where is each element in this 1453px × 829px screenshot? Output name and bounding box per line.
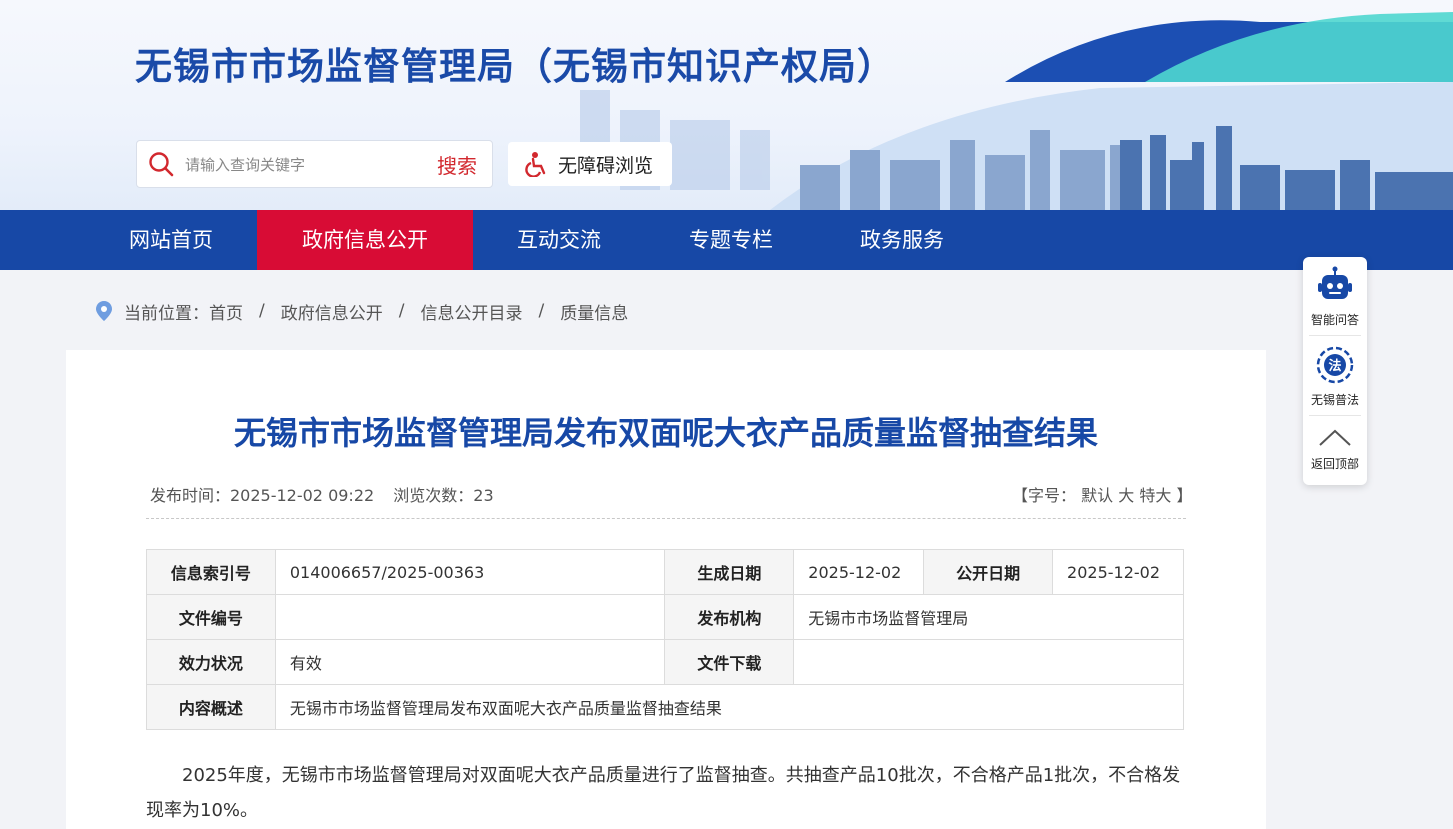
breadcrumb-prefix: 当前位置： xyxy=(124,303,209,324)
main-nav: 网站首页 政府信息公开 互动交流 专题专栏 政务服务 xyxy=(0,210,1453,270)
index-label: 信息索引号 xyxy=(146,549,276,595)
smart-qa-label: 智能问答 xyxy=(1310,313,1359,327)
font-size-xlarge[interactable]: 特大 xyxy=(1139,486,1171,505)
divider xyxy=(1309,415,1361,416)
article-title: 无锡市市场监督管理局发布双面呢大衣产品质量监督抽查结果 xyxy=(233,414,1098,452)
smart-qa-button[interactable]: 智能问答 xyxy=(1303,265,1367,328)
article-meta: 发布时间：2025-12-02 09:22 浏览次数：23 xyxy=(150,482,494,506)
svg-text:法: 法 xyxy=(1328,358,1341,374)
status-label: 效力状况 xyxy=(146,639,276,685)
location-pin-icon xyxy=(96,301,112,321)
table-row: 内容概述 无锡市市场监督管理局发布双面呢大衣产品质量监督抽查结果 xyxy=(146,684,1185,730)
public-value: 2025-12-02 xyxy=(1052,549,1184,595)
breadcrumb: 当前位置： 首页 / 政府信息公开 / 信息公开目录 / 质量信息 xyxy=(94,298,628,324)
issuer-label: 发布机构 xyxy=(664,594,795,640)
divider xyxy=(1309,335,1361,336)
search-input[interactable]: 请输入查询关键字 xyxy=(185,154,422,175)
issuer-value: 无锡市市场监督管理局 xyxy=(793,594,1184,640)
summary-label: 内容概述 xyxy=(146,684,276,730)
docno-label: 文件编号 xyxy=(146,594,276,640)
breadcrumb-home[interactable]: 首页 xyxy=(209,299,243,324)
font-size-default[interactable]: 默认 xyxy=(1081,486,1113,505)
divider xyxy=(146,518,1186,519)
floating-toolbar: 智能问答 法 无锡普法 返回顶部 xyxy=(1303,257,1367,485)
chevron-up-icon xyxy=(1319,429,1351,446)
download-label: 文件下载 xyxy=(664,639,795,685)
accessibility-label: 无障碍浏览 xyxy=(558,154,654,177)
status-value: 有效 xyxy=(274,639,666,685)
breadcrumb-quality[interactable]: 质量信息 xyxy=(560,299,628,324)
search-button[interactable]: 搜索 xyxy=(422,150,492,179)
table-row: 信息索引号 014006657/2025-00363 生成日期 2025-12-… xyxy=(146,549,1184,595)
table-row: 效力状况 有效 文件下载 xyxy=(146,639,1184,685)
table-row: 文件编号 发布机构 无锡市市场监督管理局 xyxy=(146,594,1184,640)
nav-item-special[interactable]: 专题专栏 xyxy=(645,210,817,270)
wuxi-law-label: 无锡普法 xyxy=(1310,393,1359,407)
breadcrumb-gov-info[interactable]: 政府信息公开 xyxy=(281,299,383,324)
wuxi-law-button[interactable]: 法 无锡普法 xyxy=(1303,345,1367,408)
font-size-controls: 【字号： 默认 大 特大 】 xyxy=(1012,482,1192,506)
law-emblem-icon: 法 xyxy=(1316,346,1354,384)
nav-item-services[interactable]: 政务服务 xyxy=(817,210,987,270)
index-value: 014006657/2025-00363 xyxy=(274,549,666,595)
created-label: 生成日期 xyxy=(664,549,795,595)
robot-icon xyxy=(1318,266,1352,299)
created-value: 2025-12-02 xyxy=(793,549,925,595)
summary-value: 无锡市市场监督管理局发布双面呢大衣产品质量监督抽查结果 xyxy=(274,684,1185,730)
back-to-top-button[interactable]: 返回顶部 xyxy=(1303,425,1367,472)
site-title: 无锡市市场监督管理局（无锡市知识产权局） xyxy=(135,45,895,88)
breadcrumb-separator: / xyxy=(538,301,545,321)
view-count: 浏览次数：23 xyxy=(393,486,494,505)
nav-item-home[interactable]: 网站首页 xyxy=(86,210,256,270)
breadcrumb-separator: / xyxy=(259,301,265,321)
download-value[interactable] xyxy=(793,639,1184,685)
breadcrumb-catalog[interactable]: 信息公开目录 xyxy=(420,299,522,324)
nav-item-gov-info[interactable]: 政府信息公开 xyxy=(257,210,473,270)
docno-value xyxy=(274,594,666,640)
search-icon[interactable] xyxy=(137,141,185,187)
font-size-prefix: 【字号： xyxy=(1012,486,1077,505)
breadcrumb-separator: / xyxy=(398,301,405,321)
font-size-suffix: 】 xyxy=(1176,486,1193,505)
info-table: 信息索引号 014006657/2025-00363 生成日期 2025-12-… xyxy=(146,549,1185,730)
accessibility-button[interactable]: 无障碍浏览 xyxy=(508,142,672,186)
header-banner: 无锡市市场监督管理局（无锡市知识产权局） 请输入查询关键字 搜索 无障碍浏览 xyxy=(0,0,1453,210)
search-box: 请输入查询关键字 搜索 xyxy=(136,140,493,188)
back-to-top-label: 返回顶部 xyxy=(1310,457,1359,471)
nav-item-interaction[interactable]: 互动交流 xyxy=(473,210,645,270)
font-size-large[interactable]: 大 xyxy=(1118,486,1134,505)
public-label: 公开日期 xyxy=(923,549,1054,595)
publish-time: 发布时间：2025-12-02 09:22 xyxy=(150,486,375,505)
article-body: 2025年度，无锡市市场监督管理局对双面呢大衣产品质量进行了监督抽查。共抽查产品… xyxy=(146,765,1181,821)
wheelchair-icon xyxy=(525,152,546,177)
